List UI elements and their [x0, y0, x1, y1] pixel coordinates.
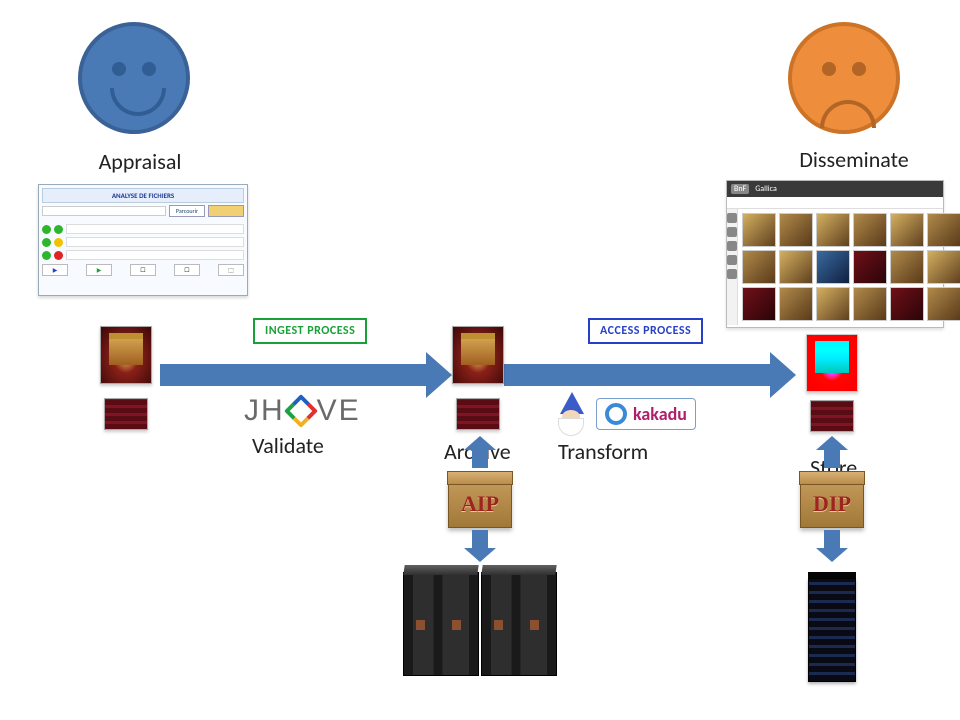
sad-face-icon [788, 22, 900, 134]
dip-crate: DIP [800, 480, 864, 528]
gallica-brand1: BnF [731, 184, 749, 194]
disseminated-image-2 [810, 400, 854, 432]
gallica-gallery: BnF Gallica [726, 180, 944, 328]
imagemagick-icon [552, 392, 590, 436]
transform-label: Transform [558, 438, 648, 465]
dip-up-arrow [816, 436, 848, 468]
analysis-app-window: ANALYSE DE FICHIERS Parcourir ▶ ▶ ☐ ☐ ⬚ [38, 184, 248, 296]
access-arrow [504, 364, 770, 386]
aip-up-arrow [464, 436, 496, 468]
disseminate-label: Disseminate [774, 146, 934, 173]
analysis-app-title: ANALYSE DE FICHIERS [42, 188, 244, 203]
validate-label: Validate [252, 432, 324, 459]
source-image-1 [100, 326, 152, 384]
run-button [208, 205, 244, 217]
appraisal-label: Appraisal [70, 148, 210, 175]
dip-down-arrow [816, 530, 848, 562]
archive-storage [403, 572, 557, 676]
archived-image-2 [456, 398, 500, 430]
kakadu-logo: kakadu [596, 398, 696, 430]
jhove-logo: JHVE [244, 394, 361, 428]
gallica-brand2: Gallica [755, 184, 777, 194]
aip-crate: AIP [448, 480, 512, 528]
browse-button: Parcourir [169, 205, 205, 217]
archived-image-1 [452, 326, 504, 384]
source-image-2 [104, 398, 148, 430]
happy-face-icon [78, 22, 190, 134]
disseminated-image-1 [806, 334, 858, 392]
store-server-rack [808, 572, 856, 682]
transform-tools: kakadu [552, 392, 696, 436]
ingest-process-label: INGEST PROCESS [253, 318, 367, 344]
access-process-label: ACCESS PROCESS [588, 318, 703, 344]
ingest-arrow [160, 364, 426, 386]
aip-down-arrow [464, 530, 496, 562]
